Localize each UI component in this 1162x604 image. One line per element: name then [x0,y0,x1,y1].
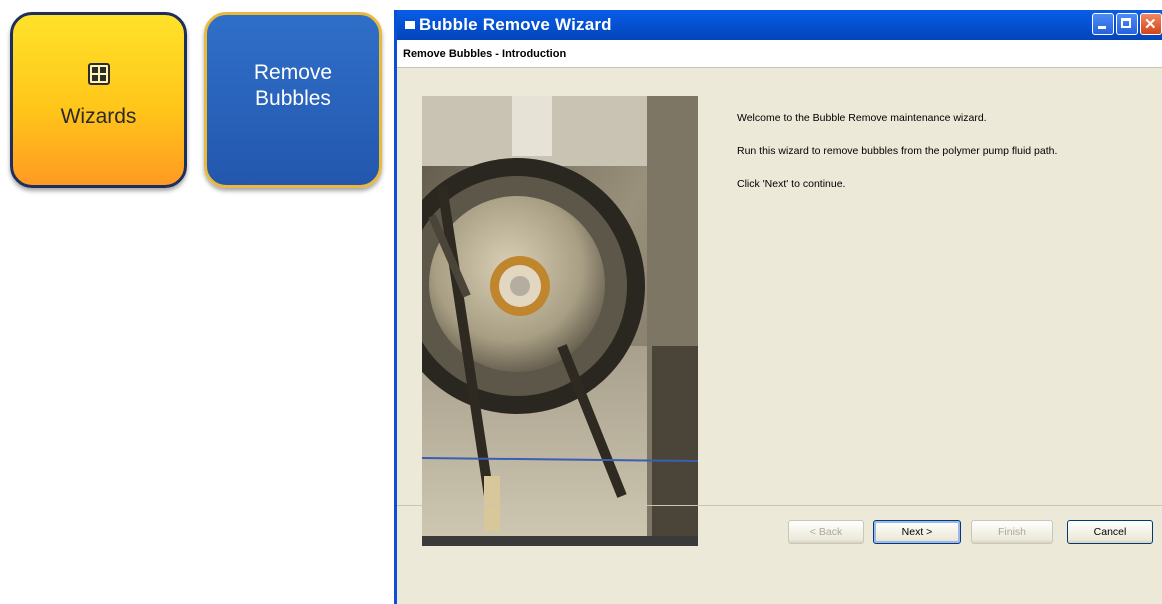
grid-icon [87,63,110,85]
cancel-button[interactable]: Cancel [1067,520,1153,544]
step-title: Remove Bubbles - Introduction [403,47,567,60]
pump-photo [422,96,698,546]
window-icon [405,21,415,29]
wizard-footer: < Back Next > Finish Cancel [397,505,1162,560]
remove-bubbles-tile[interactable]: Remove Bubbles [204,12,382,188]
remove-bubbles-label: Remove Bubbles [253,61,333,110]
close-icon[interactable] [1140,13,1162,35]
wizard-step-header: Remove Bubbles - Introduction [397,40,1162,68]
wizard-content: Welcome to the Bubble Remove maintenance… [397,68,1162,560]
wizards-label: Wizards [60,105,137,128]
maximize-icon[interactable] [1116,13,1138,35]
back-button[interactable]: < Back [788,520,864,544]
instructions: Welcome to the Bubble Remove maintenance… [737,112,1057,211]
window-title: Bubble Remove Wizard [419,15,612,34]
wizard-window: Bubble Remove Wizard Remove Bubbles - In… [394,10,1162,604]
title-bar[interactable]: Bubble Remove Wizard [397,10,1162,40]
wizards-tile[interactable]: Wizards [10,12,187,188]
finish-button[interactable]: Finish [971,520,1053,544]
minimize-icon[interactable] [1092,13,1114,35]
instruction-continue: Click 'Next' to continue. [737,178,846,190]
instruction-run: Run this wizard to remove bubbles from t… [737,145,1058,157]
instruction-welcome: Welcome to the Bubble Remove maintenance… [737,112,987,124]
next-button[interactable]: Next > [873,520,961,544]
